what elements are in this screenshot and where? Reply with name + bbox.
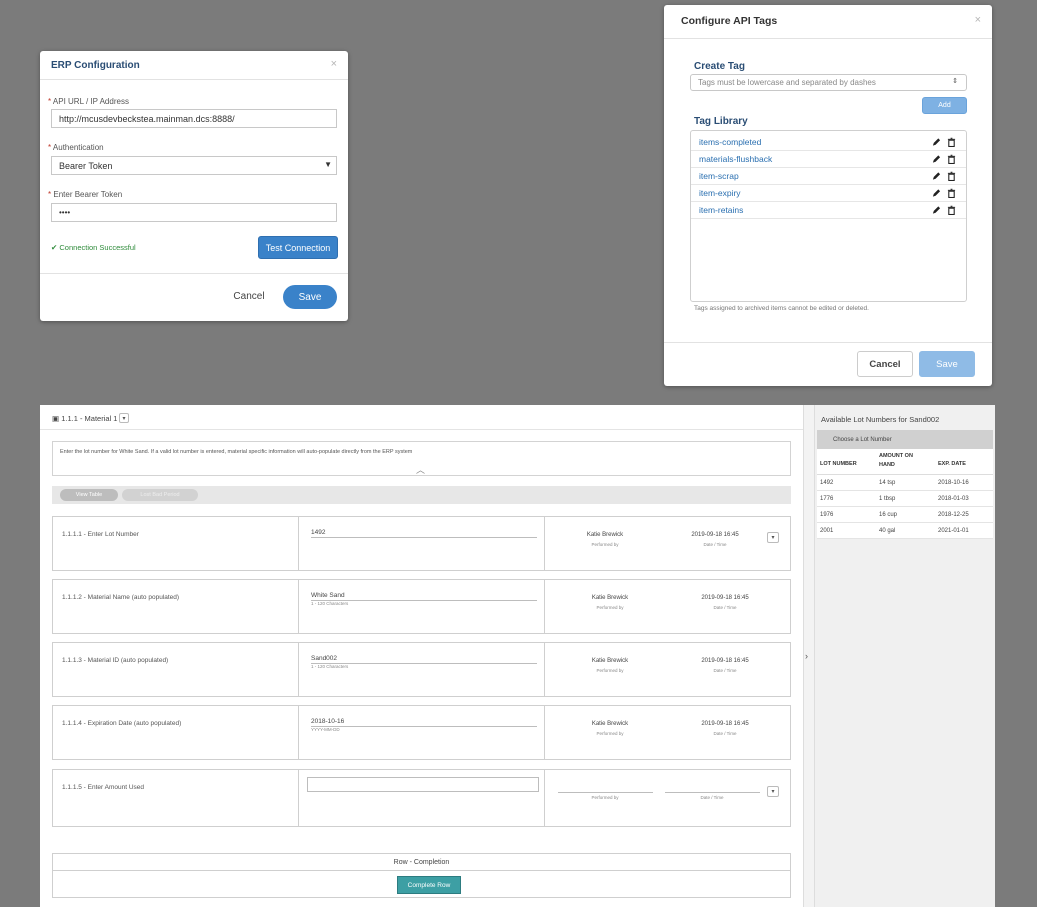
instruction-box: Enter the lot number for White Sand. If … — [52, 441, 791, 476]
step-menu-dropdown[interactable]: ▾ — [767, 532, 779, 543]
erp-save-button[interactable]: Save — [283, 285, 337, 309]
create-tag-label: Create Tag — [694, 61, 745, 72]
api-url-input[interactable]: http://mcusdevbeckstea.mainman.dcs:8888/ — [51, 109, 337, 128]
chevron-down-icon: ▼ — [324, 160, 332, 169]
chevron-right-icon[interactable]: › — [805, 651, 808, 661]
bearer-token-label: * Enter Bearer Token — [48, 190, 123, 199]
connection-status: ✔ Connection Successful — [51, 243, 136, 252]
pencil-icon[interactable] — [932, 171, 941, 181]
choose-lot-header: Choose a Lot Number — [817, 430, 993, 449]
step-row: 1.1.1.5 - Enter Amount Used Performed by… — [52, 769, 791, 827]
step-row: 1.1.1.2 - Material Name (auto populated)… — [52, 579, 791, 634]
list-item: item-expiry — [691, 185, 966, 202]
panel-divider: › — [803, 405, 815, 907]
erp-cancel-button[interactable]: Cancel — [226, 287, 272, 305]
table-row[interactable]: 1976 16 cup 2018-12-25 — [817, 507, 993, 523]
row-completion-title: Row - Completion — [53, 854, 790, 871]
checkmark-icon: ✔ — [51, 243, 58, 252]
trash-icon[interactable] — [947, 188, 956, 198]
section-divider — [40, 429, 803, 430]
complete-row-button[interactable]: Complete Row — [397, 876, 461, 894]
erp-configuration-dialog: ERP Configuration × * API URL / IP Addre… — [40, 51, 348, 321]
table-row[interactable]: 1492 14 tsp 2018-10-16 — [817, 475, 993, 491]
tag-library-note: Tags assigned to archived items cannot b… — [694, 305, 869, 312]
step-menu-dropdown[interactable]: ▾ — [767, 786, 779, 797]
tags-header-divider — [664, 38, 992, 39]
list-item: item-retains — [691, 202, 966, 219]
trash-icon[interactable] — [947, 154, 956, 164]
list-item: item-scrap — [691, 168, 966, 185]
erp-close-icon[interactable]: × — [331, 59, 337, 70]
step-row: 1.1.1.3 - Material ID (auto populated) S… — [52, 642, 791, 697]
erp-header-divider — [40, 79, 348, 80]
trash-icon[interactable] — [947, 205, 956, 215]
pencil-icon[interactable] — [932, 154, 941, 164]
lot-numbers-panel: Available Lot Numbers for Sand002 Choose… — [815, 405, 995, 907]
add-tag-button[interactable]: Add — [922, 97, 967, 114]
table-toolbar: View Table Lost Bad Period — [52, 486, 791, 504]
create-tag-input[interactable]: Tags must be lowercase and separated by … — [690, 74, 967, 91]
lot-period-button[interactable]: Lost Bad Period — [122, 489, 198, 501]
lot-panel-title: Available Lot Numbers for Sand002 — [821, 415, 940, 424]
pencil-icon[interactable] — [932, 205, 941, 215]
create-tag-placeholder: Tags must be lowercase and separated by … — [698, 78, 876, 87]
tags-save-button[interactable]: Save — [919, 351, 975, 377]
instruction-text: Enter the lot number for White Sand. If … — [60, 449, 413, 455]
view-table-button[interactable]: View Table — [60, 489, 118, 501]
amount-used-input[interactable] — [307, 777, 539, 792]
table-row[interactable]: 2001 40 gal 2021-01-01 — [817, 523, 993, 539]
list-item: items-completed — [691, 134, 966, 151]
material-name-value: White Sand — [311, 592, 345, 599]
list-item: materials-flushback — [691, 151, 966, 168]
updown-icon: ⇕ — [952, 78, 958, 85]
configure-api-tags-dialog: Configure API Tags × Create Tag Tags mus… — [664, 5, 992, 386]
pencil-icon[interactable] — [932, 188, 941, 198]
document-icon: ▣ — [52, 414, 60, 423]
step-row: 1.1.1.4 - Expiration Date (auto populate… — [52, 705, 791, 760]
chevron-up-icon[interactable]: ︿ — [416, 463, 425, 476]
section-dropdown[interactable]: ▾ — [119, 413, 129, 423]
table-row[interactable]: 1776 1 tbsp 2018-01-03 — [817, 491, 993, 507]
step-row: 1.1.1.1 - Enter Lot Number 1492 Katie Br… — [52, 516, 791, 571]
expiration-date-value: 2018-10-16 — [311, 718, 345, 725]
tags-dialog-title: Configure API Tags — [681, 15, 778, 27]
trash-icon[interactable] — [947, 171, 956, 181]
tags-cancel-button[interactable]: Cancel — [857, 351, 913, 377]
authentication-value: Bearer Token — [59, 160, 113, 171]
pencil-icon[interactable] — [932, 137, 941, 147]
erp-footer-divider — [40, 273, 348, 274]
bearer-token-input[interactable]: •••• — [51, 203, 337, 222]
test-connection-button[interactable]: Test Connection — [258, 236, 338, 259]
tag-library-label: Tag Library — [694, 116, 748, 127]
lot-number-value[interactable]: 1492 — [311, 529, 325, 536]
authentication-label: * Authentication — [48, 143, 104, 152]
section-header: ▣ 1.1.1 - Material 1 — [52, 414, 118, 423]
material-id-value: Sand002 — [311, 655, 338, 662]
api-url-label: * API URL / IP Address — [48, 97, 129, 106]
lot-table-header: LOT NUMBER AMOUNT ON HAND EXP. DATE — [817, 449, 993, 475]
tags-close-icon[interactable]: × — [975, 15, 981, 26]
row-completion-box: Row - Completion Complete Row — [52, 853, 791, 898]
authentication-select[interactable]: Bearer Token ▼ — [51, 156, 337, 175]
tags-footer-divider — [664, 342, 992, 343]
tag-library-list: items-completed materials-flushback item… — [690, 130, 967, 302]
trash-icon[interactable] — [947, 137, 956, 147]
erp-dialog-title: ERP Configuration — [51, 60, 140, 71]
